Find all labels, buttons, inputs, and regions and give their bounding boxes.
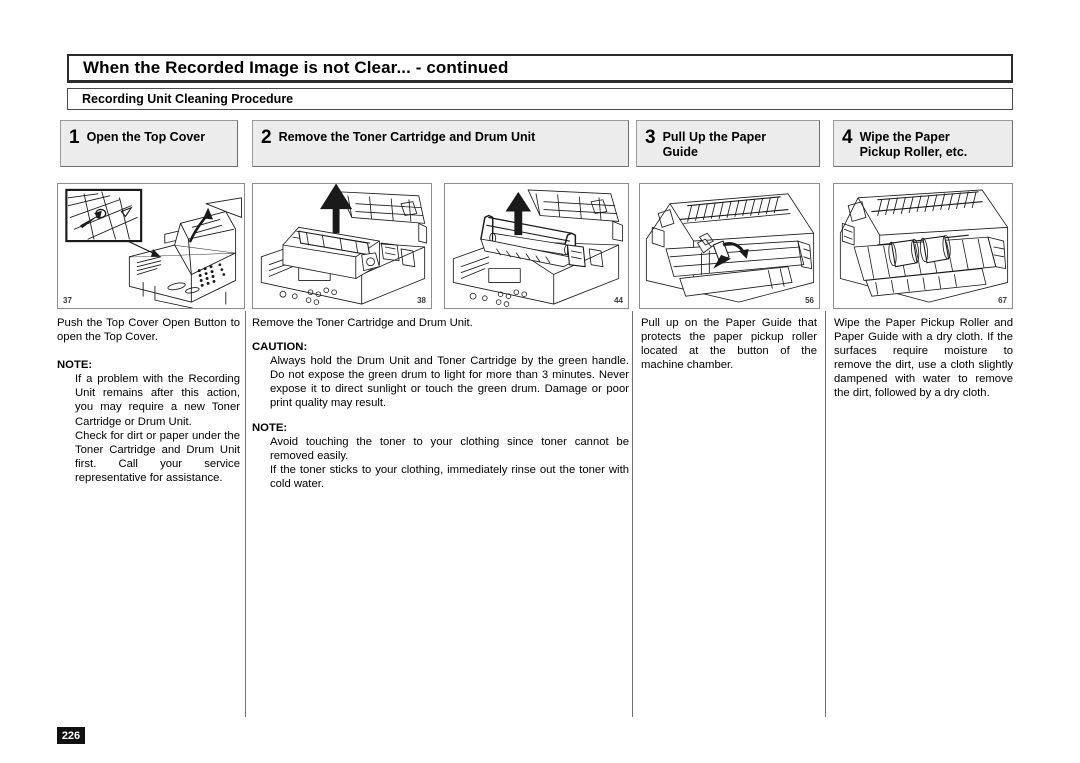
illustration-fax-machine-open-cover [65,188,242,308]
column-divider-2 [632,311,633,717]
step-header-1: 1 Open the Top Cover [60,120,238,167]
figure-pickup-roller: 67 [833,183,1013,309]
step-header-3: 3 Pull Up the Paper Guide [636,120,820,167]
step-body-2: Remove the Toner Cartridge and Drum Unit… [252,316,629,491]
step-label-4: Wipe the Paper Pickup Roller, etc. [859,130,968,159]
page-title: When the Recorded Image is not Clear... … [67,54,1013,83]
step-3-lead: Pull up on the Paper Guide that protects… [641,317,817,372]
step-label-3: Pull Up the Paper Guide [662,130,767,159]
figure-drum-unit-removal: 44 [444,183,629,309]
step-header-2: 2 Remove the Toner Cartridge and Drum Un… [252,120,629,167]
step-number-2: 2 [261,127,272,148]
illustration-drum-unit-lift [452,189,624,307]
step-label-2: Remove the Toner Cartridge and Drum Unit [278,130,536,144]
step-body-1: Push the Top Cover Open Button to open t… [57,316,240,485]
figure-number-44: 44 [614,296,623,305]
page-title-text: When the Recorded Image is not Clear... … [83,58,509,77]
step-2-note-heading: NOTE: [252,421,288,434]
step-1-note-2: Check for dirt or paper under the Toner … [75,429,240,484]
column-divider-1 [245,311,246,717]
step-4-lead: Wipe the Paper Pickup Roller and Paper G… [834,317,1013,400]
step-label-1: Open the Top Cover [86,130,206,144]
figure-number-67: 67 [998,296,1007,305]
step-number-1: 1 [69,127,80,148]
step-2-caution-1: Always hold the Drum Unit and Toner Cart… [270,355,629,410]
page-number-badge: 226 [57,727,85,744]
step-number-4: 4 [842,127,853,148]
step-number-3: 3 [645,127,656,148]
figure-fax-machine-top-cover: 37 [57,183,245,309]
figure-number-38: 38 [417,296,426,305]
illustration-toner-cartridge-lift [260,184,428,305]
column-divider-3 [825,311,826,717]
section-title-text: Recording Unit Cleaning Procedure [82,92,294,106]
figure-number-56: 56 [805,296,814,305]
figure-number-37: 37 [63,296,72,305]
step-2-lead: Remove the Toner Cartridge and Drum Unit… [252,317,473,329]
step-1-note-heading: NOTE: [57,359,93,372]
step-body-3: Pull up on the Paper Guide that protects… [641,316,817,372]
manual-page: When the Recorded Image is not Clear... … [0,0,1080,763]
figure-toner-cartridge-removal: 38 [252,183,432,309]
figure-paper-guide: 56 [639,183,820,309]
illustration-paper-guide-pull-up [645,193,815,303]
step-header-4: 4 Wipe the Paper Pickup Roller, etc. [833,120,1013,167]
step-1-note-1: If a problem with the Recording Unit rem… [75,373,240,428]
illustration-pickup-roller-wipe [839,189,1009,303]
step-2-caution-heading: CAUTION: [252,341,308,354]
section-title: Recording Unit Cleaning Procedure [67,88,1013,110]
step-1-lead: Push the Top Cover Open Button to open t… [57,317,240,344]
step-2-note-2: If the toner sticks to your clothing, im… [270,463,629,490]
step-body-4: Wipe the Paper Pickup Roller and Paper G… [834,316,1013,401]
step-2-note-1: Avoid touching the toner to your clothin… [270,435,629,462]
